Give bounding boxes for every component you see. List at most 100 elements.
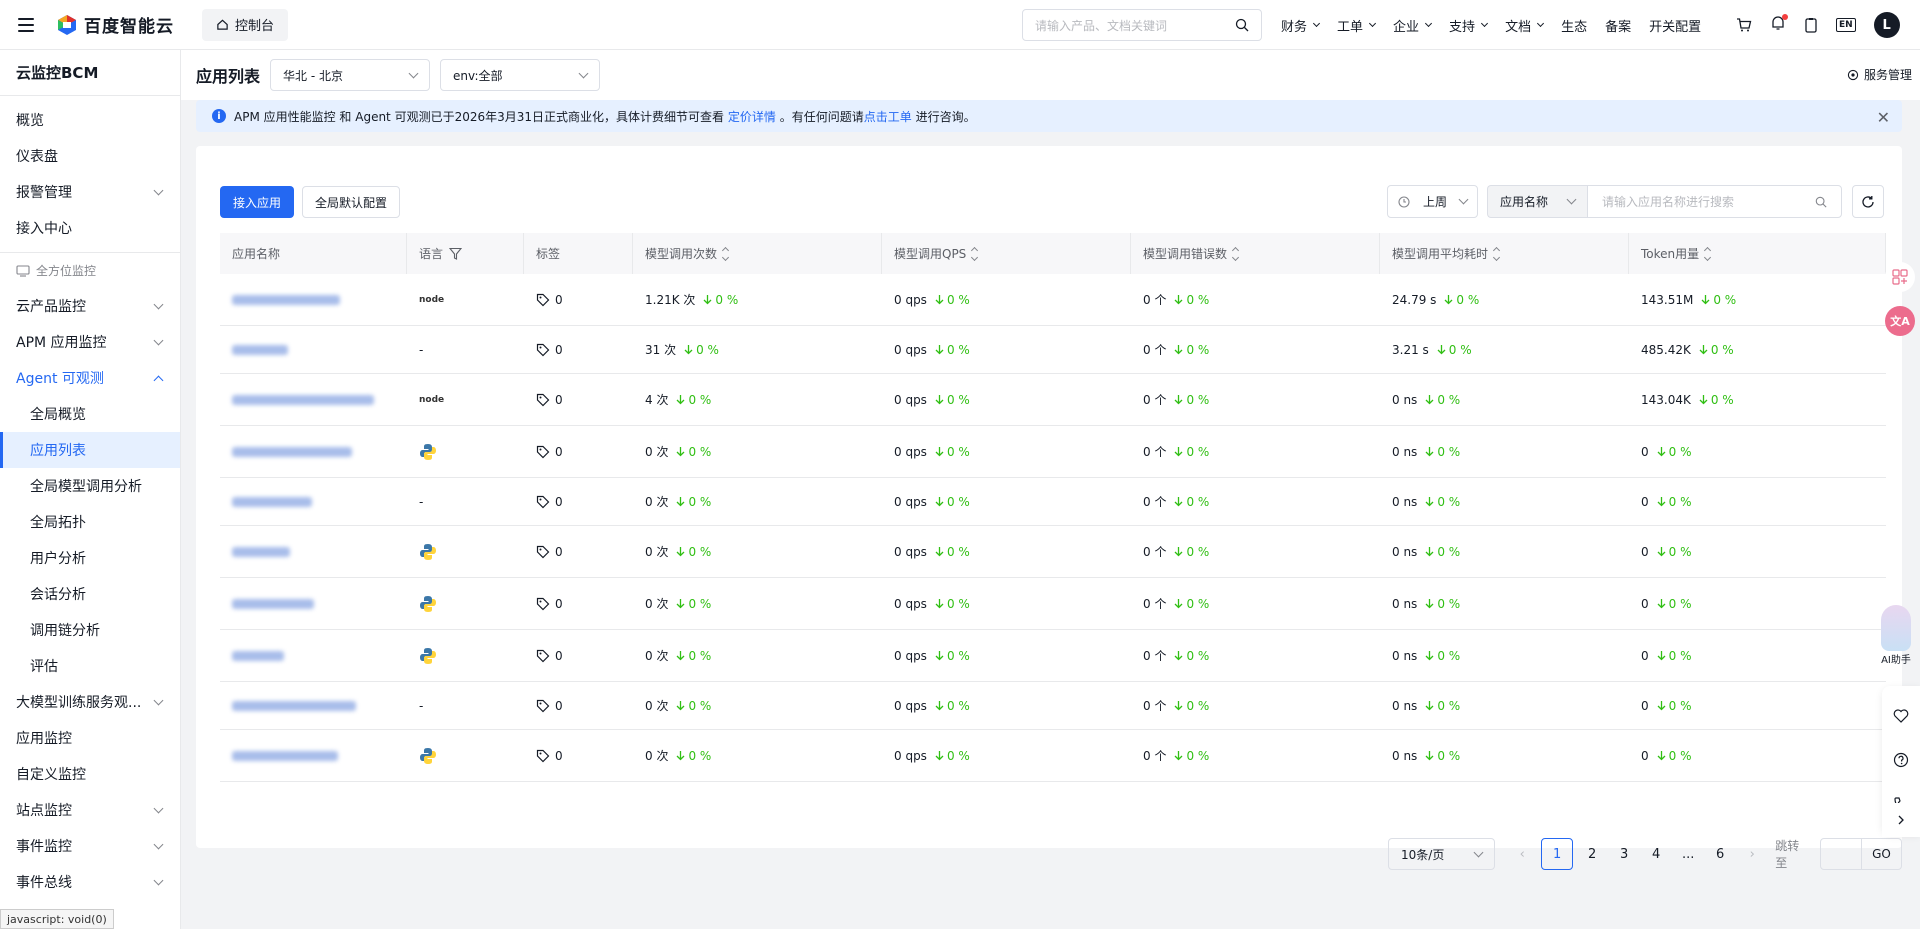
tag-cell[interactable]: 0 (524, 699, 633, 713)
sort-icon[interactable] (1231, 246, 1240, 261)
sidebar-item[interactable]: 概览 (0, 102, 180, 138)
language-switch[interactable]: EN (1836, 18, 1856, 32)
page-button[interactable]: 1 (1541, 838, 1574, 870)
ai-assistant[interactable]: AI助手 (1876, 605, 1916, 669)
column-header[interactable]: 模型调用次数 (633, 233, 882, 274)
sidebar-item[interactable]: 自定义监控 (0, 756, 180, 792)
app-name-cell[interactable] (220, 650, 407, 661)
go-button[interactable]: GO (1862, 838, 1902, 870)
sidebar-item[interactable]: 仪表盘 (0, 138, 180, 174)
sidebar-item[interactable]: 事件监控 (0, 828, 180, 864)
menu-icon[interactable] (18, 17, 34, 32)
app-name-link[interactable] (232, 394, 374, 405)
sidebar-item[interactable]: APM 应用监控 (0, 324, 180, 360)
sort-icon[interactable] (1704, 246, 1712, 261)
tag-indicator[interactable]: 0 (536, 597, 563, 611)
page-size-select[interactable]: 10条/页 (1388, 838, 1496, 870)
tag-indicator[interactable]: 0 (536, 445, 563, 459)
app-name-link[interactable] (232, 750, 338, 761)
search-icon[interactable] (1815, 196, 1827, 208)
logo[interactable]: 百度智能云 (56, 12, 174, 37)
app-name-link[interactable] (232, 650, 284, 661)
sidebar-item[interactable]: 应用监控 (0, 720, 180, 756)
region-select[interactable]: 华北 - 北京 (270, 59, 431, 91)
prev-page-button[interactable]: ‹ (1509, 838, 1535, 870)
sidebar-item[interactable]: 全局模型调用分析 (0, 468, 180, 504)
tag-indicator[interactable]: 0 (536, 393, 563, 407)
add-app-button[interactable]: 接入应用 (220, 186, 295, 218)
top-nav-item[interactable]: 备案 (1605, 16, 1631, 35)
top-nav-item[interactable]: 财务 (1281, 16, 1321, 35)
tag-cell[interactable]: 0 (524, 545, 633, 559)
sidebar-item[interactable]: 全局概览 (0, 396, 180, 432)
env-select[interactable]: env:全部 (440, 59, 601, 91)
global-config-button[interactable]: 全局默认配置 (302, 186, 401, 218)
sidebar-item[interactable]: 接入中心 (0, 210, 180, 246)
sidebar-item[interactable]: 用户分析 (0, 540, 180, 576)
float-translate-button[interactable]: 文A (1885, 306, 1915, 336)
filter-icon[interactable] (449, 247, 463, 260)
app-name-link[interactable] (232, 344, 288, 355)
ticket-link[interactable]: 点击工单 (864, 110, 912, 124)
search-field-select[interactable]: 应用名称 (1487, 185, 1587, 218)
app-name-cell[interactable] (220, 394, 407, 405)
refresh-button[interactable] (1852, 185, 1884, 218)
notification-bell[interactable] (1770, 14, 1788, 35)
app-name-link[interactable] (232, 294, 340, 305)
tag-indicator[interactable]: 0 (536, 749, 563, 763)
console-button[interactable]: 控制台 (202, 8, 289, 41)
top-nav-item[interactable]: 文档 (1505, 16, 1545, 35)
app-name-cell[interactable] (220, 446, 407, 457)
app-name-link[interactable] (232, 598, 314, 609)
float-apps-button[interactable] (1885, 262, 1915, 292)
column-header[interactable]: 模型调用错误数 (1131, 233, 1380, 274)
column-header[interactable]: 模型调用QPS (882, 233, 1131, 274)
column-header[interactable]: 模型调用平均耗时 (1380, 233, 1629, 274)
tag-indicator[interactable]: 0 (536, 343, 563, 357)
app-name-cell[interactable] (220, 700, 407, 711)
sort-icon[interactable] (971, 246, 979, 261)
tag-cell[interactable]: 0 (524, 343, 633, 357)
jump-page-input[interactable] (1820, 838, 1862, 870)
app-name-link[interactable] (232, 700, 356, 711)
top-nav-item[interactable]: 企业 (1393, 16, 1433, 35)
sidebar-item[interactable]: 调用链分析 (0, 612, 180, 648)
sidebar-item[interactable]: 会话分析 (0, 576, 180, 612)
page-button[interactable]: 3 (1611, 838, 1637, 870)
app-name-cell[interactable] (220, 750, 407, 761)
tag-indicator[interactable]: 0 (536, 495, 563, 509)
tag-indicator[interactable]: 0 (536, 649, 563, 663)
app-name-cell[interactable] (220, 344, 407, 355)
app-name-link[interactable] (232, 446, 352, 457)
sort-icon[interactable] (721, 246, 730, 261)
app-name-cell[interactable] (220, 294, 407, 305)
service-management-link[interactable]: 服务管理 (1847, 66, 1912, 83)
column-header[interactable]: Token用量 (1629, 233, 1886, 274)
help-icon[interactable] (1893, 752, 1909, 768)
tag-cell[interactable]: 0 (524, 495, 633, 509)
sidebar-item[interactable]: 云产品监控 (0, 288, 180, 324)
tag-indicator[interactable]: 0 (536, 293, 563, 307)
tag-indicator[interactable]: 0 (536, 699, 563, 713)
app-name-link[interactable] (232, 546, 290, 557)
top-nav-item[interactable]: 支持 (1449, 16, 1489, 35)
app-search-input[interactable]: 请输入应用名称进行搜索 (1587, 185, 1842, 218)
sidebar-item[interactable]: 全局拓扑 (0, 504, 180, 540)
clipboard-icon[interactable] (1804, 17, 1818, 33)
next-page-button[interactable]: › (1739, 838, 1765, 870)
tag-indicator[interactable]: 0 (536, 545, 563, 559)
sidebar-item[interactable]: 应用列表 (0, 432, 180, 468)
app-name-link[interactable] (232, 496, 312, 507)
sidebar-item[interactable]: Agent 可观测 (0, 360, 180, 396)
top-nav-item[interactable]: 开关配置 (1649, 16, 1701, 35)
tag-cell[interactable]: 0 (524, 749, 633, 763)
heart-icon[interactable] (1893, 708, 1909, 724)
avatar[interactable]: L (1873, 12, 1900, 38)
tag-cell[interactable]: 0 (524, 649, 633, 663)
tag-cell[interactable]: 0 (524, 597, 633, 611)
tag-cell[interactable]: 0 (524, 445, 633, 459)
app-name-cell[interactable] (220, 496, 407, 507)
app-name-cell[interactable] (220, 546, 407, 557)
time-range-select[interactable]: 上周 (1387, 185, 1478, 218)
close-icon[interactable]: ✕ (1877, 108, 1890, 127)
